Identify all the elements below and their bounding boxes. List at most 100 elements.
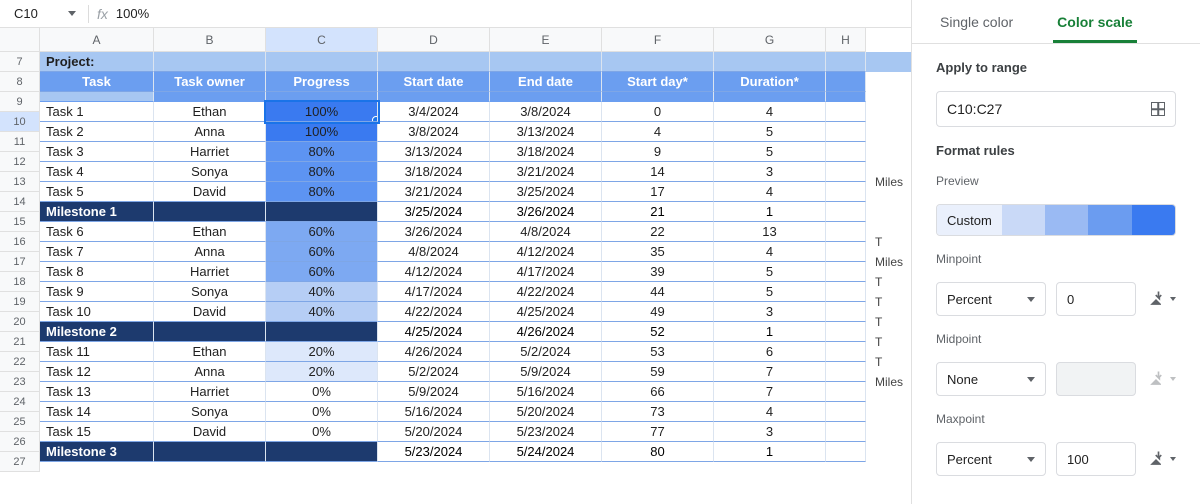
cell[interactable]: [714, 52, 826, 72]
task-startday[interactable]: 4: [602, 122, 714, 142]
task-progress[interactable]: 60%: [266, 262, 378, 282]
task-progress[interactable]: 80%: [266, 182, 378, 202]
task-end[interactable]: 4/25/2024: [490, 302, 602, 322]
cell[interactable]: [378, 52, 490, 72]
cell[interactable]: [826, 362, 866, 382]
task-duration[interactable]: 6: [714, 342, 826, 362]
task-duration[interactable]: 7: [714, 362, 826, 382]
task-start[interactable]: 3/8/2024: [378, 122, 490, 142]
task-end[interactable]: 3/21/2024: [490, 162, 602, 182]
task-end[interactable]: 3/25/2024: [490, 182, 602, 202]
task-name[interactable]: Task 10: [40, 302, 154, 322]
task-startday[interactable]: 59: [602, 362, 714, 382]
row-header-15[interactable]: 15: [0, 212, 40, 232]
task-startday[interactable]: 0: [602, 102, 714, 122]
minpoint-value-input[interactable]: 0: [1056, 282, 1136, 316]
cell-startday[interactable]: 52: [602, 322, 714, 342]
task-startday[interactable]: 73: [602, 402, 714, 422]
cell[interactable]: [826, 162, 866, 182]
task-start[interactable]: 3/26/2024: [378, 222, 490, 242]
task-end[interactable]: 5/16/2024: [490, 382, 602, 402]
task-name[interactable]: Task 8: [40, 262, 154, 282]
task-start[interactable]: 4/12/2024: [378, 262, 490, 282]
milestone-name[interactable]: Milestone 2: [40, 322, 154, 342]
task-end[interactable]: 3/18/2024: [490, 142, 602, 162]
cell-duration[interactable]: 1: [714, 442, 826, 462]
cell[interactable]: [826, 142, 866, 162]
header-owner[interactable]: Task owner: [154, 72, 266, 92]
task-duration[interactable]: 4: [714, 402, 826, 422]
formula-value[interactable]: 100%: [116, 6, 149, 21]
task-owner[interactable]: Harriet: [154, 382, 266, 402]
task-duration[interactable]: 4: [714, 182, 826, 202]
task-start[interactable]: 4/26/2024: [378, 342, 490, 362]
task-owner[interactable]: Anna: [154, 362, 266, 382]
column-header-G[interactable]: G: [714, 28, 826, 52]
task-start[interactable]: 3/4/2024: [378, 102, 490, 122]
color-scale-preview[interactable]: Custom: [936, 204, 1176, 236]
task-start[interactable]: 3/13/2024: [378, 142, 490, 162]
cell[interactable]: [826, 322, 866, 342]
column-header-D[interactable]: D: [378, 28, 490, 52]
cell[interactable]: [826, 92, 866, 102]
task-startday[interactable]: 66: [602, 382, 714, 402]
task-progress[interactable]: 60%: [266, 222, 378, 242]
task-owner[interactable]: Ethan: [154, 102, 266, 122]
select-range-icon[interactable]: [1151, 102, 1165, 116]
task-owner[interactable]: Sonya: [154, 402, 266, 422]
task-progress[interactable]: 0%: [266, 402, 378, 422]
spreadsheet-grid[interactable]: 789101112131415161718192021222324252627 …: [0, 28, 911, 504]
cell[interactable]: [826, 182, 866, 202]
column-header-E[interactable]: E: [490, 28, 602, 52]
cell[interactable]: [826, 72, 866, 92]
task-duration[interactable]: 5: [714, 282, 826, 302]
row-header-23[interactable]: 23: [0, 372, 40, 392]
cell[interactable]: [826, 382, 866, 402]
row-header-16[interactable]: 16: [0, 232, 40, 252]
task-duration[interactable]: 13: [714, 222, 826, 242]
row-header-20[interactable]: 20: [0, 312, 40, 332]
cell-startday[interactable]: 80: [602, 442, 714, 462]
cell[interactable]: [378, 92, 490, 102]
column-header-C[interactable]: C: [266, 28, 378, 52]
task-duration[interactable]: 5: [714, 122, 826, 142]
row-header-25[interactable]: 25: [0, 412, 40, 432]
task-end[interactable]: 5/9/2024: [490, 362, 602, 382]
task-start[interactable]: 4/22/2024: [378, 302, 490, 322]
task-progress[interactable]: 20%: [266, 362, 378, 382]
cell-end[interactable]: 5/24/2024: [490, 442, 602, 462]
task-name[interactable]: Task 5: [40, 182, 154, 202]
apply-range-input[interactable]: C10:C27: [936, 91, 1176, 127]
cell[interactable]: [826, 242, 866, 262]
cell[interactable]: [154, 322, 266, 342]
minpoint-color-picker[interactable]: [1146, 289, 1176, 309]
task-name[interactable]: Task 14: [40, 402, 154, 422]
task-duration[interactable]: 5: [714, 142, 826, 162]
cell[interactable]: [266, 92, 378, 102]
task-duration[interactable]: 3: [714, 422, 826, 442]
row-header-14[interactable]: 14: [0, 192, 40, 212]
task-startday[interactable]: 17: [602, 182, 714, 202]
cell-end[interactable]: 3/26/2024: [490, 202, 602, 222]
name-box[interactable]: C10: [8, 4, 80, 24]
cell[interactable]: [266, 52, 378, 72]
row-header-24[interactable]: 24: [0, 392, 40, 412]
cell-startday[interactable]: 21: [602, 202, 714, 222]
task-end[interactable]: 4/22/2024: [490, 282, 602, 302]
cell-end[interactable]: 4/26/2024: [490, 322, 602, 342]
task-progress[interactable]: 0%: [266, 382, 378, 402]
row-header-8[interactable]: 8: [0, 72, 40, 92]
task-owner[interactable]: Ethan: [154, 222, 266, 242]
task-start[interactable]: 3/18/2024: [378, 162, 490, 182]
task-name[interactable]: Task 13: [40, 382, 154, 402]
column-header-F[interactable]: F: [602, 28, 714, 52]
cell[interactable]: [826, 222, 866, 242]
column-header-A[interactable]: A: [40, 28, 154, 52]
cell[interactable]: [266, 442, 378, 462]
cell[interactable]: [826, 442, 866, 462]
task-end[interactable]: 4/8/2024: [490, 222, 602, 242]
midpoint-type-select[interactable]: None: [936, 362, 1046, 396]
task-end[interactable]: 5/20/2024: [490, 402, 602, 422]
task-progress[interactable]: 40%: [266, 302, 378, 322]
cell[interactable]: [490, 52, 602, 72]
